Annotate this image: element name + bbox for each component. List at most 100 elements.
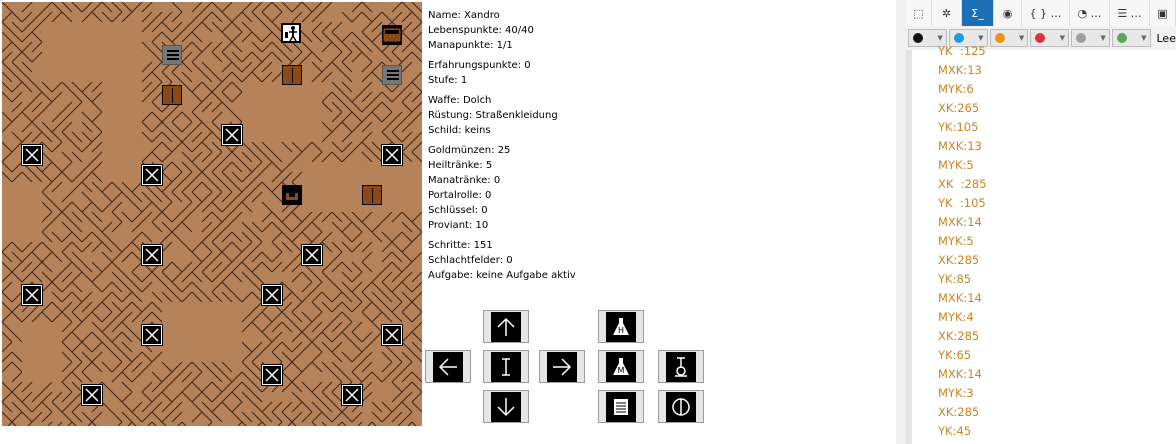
stat-name: Name: Xandro [428,10,500,21]
blocked-field-icon [381,324,403,346]
map-scroll-button[interactable] [598,390,644,423]
chevron-down-icon: ▼ [1100,34,1106,42]
log-entry: MYK:6 [938,82,974,96]
character-stats: Name: Xandro Lebenspunkte: 40/40 Manapun… [428,8,576,283]
down-arrow-icon [491,391,521,422]
clear-log-label[interactable]: Lee [1157,32,1176,45]
stat-portal: Portalrolle: 0 [428,190,492,201]
up-arrow-icon [491,311,521,342]
chevron-down-icon: ▼ [937,34,943,42]
stat-manapotions: Manatränke: 0 [428,175,501,186]
log-entry: MXK:13 [938,139,982,153]
filter-swatch-orange[interactable]: ▼ [989,29,1029,47]
game-map[interactable] [2,2,422,426]
debugger-tab[interactable]: ✲ [932,0,962,26]
debugger-icon: ✲ [941,6,952,20]
stat-keys: Schlüssel: 0 [428,205,488,216]
log-entry: MYK:5 [938,158,974,172]
performance-icon: ◉ [1002,6,1013,20]
braces-icon: { } … [1029,6,1062,20]
stat-food: Proviant: 10 [428,220,489,231]
stat-steps: Schritte: 151 [428,240,493,251]
heal-potion-button[interactable]: H [598,310,644,343]
options-tab[interactable]: ▣ [1150,0,1176,26]
player-icon [281,23,301,43]
door-icon [282,65,302,85]
right-arrow-icon [547,351,577,382]
door-icon [162,85,182,105]
filter-dot [1116,33,1127,43]
log-entry: MYK:3 [938,386,974,400]
portal-button[interactable] [658,350,704,383]
move-down-button[interactable] [483,390,529,423]
log-entry: MYK:4 [938,310,974,324]
list-icon: ☰ … [1117,6,1142,20]
log-entry: YK:65 [938,348,972,362]
performance-tab[interactable]: ◉ [994,0,1022,26]
frame-icon: ▣ [1157,6,1168,20]
move-left-button[interactable] [425,350,471,383]
maze-walls [2,2,422,426]
blocked-field-icon [21,284,43,306]
blocked-field-icon [21,144,43,166]
console-icon: Σ_ [971,6,984,20]
console-log: YK :125 MXK:13 MYK:6 XK:265 YK:105 MXK:13 MYK:… [906,44,1176,444]
blocked-field-icon [141,244,163,266]
stat-hp: Lebenspunkte: 40/40 [428,25,534,36]
chevron-down-icon: ▼ [978,34,984,42]
floor-patch [162,302,242,362]
stat-level: Stufe: 1 [428,75,468,86]
move-right-button[interactable] [539,350,585,383]
heal-potion-icon: H [606,311,636,342]
mana-potion-button[interactable]: M [598,350,644,383]
log-gutter [906,50,912,444]
map-scroll-icon [606,391,636,422]
inspector-icon: ⬚ [913,6,924,20]
stat-mp: Manapunkte: 1/1 [428,40,513,51]
blocked-field-icon [381,144,403,166]
chevron-down-icon: ▼ [1018,34,1025,42]
stat-xp: Erfahrungspunkte: 0 [428,60,531,71]
filter-dot [994,33,1005,43]
floor-patch [2,182,42,242]
log-entry: XK :285 [938,177,987,191]
blocked-field-icon [141,324,163,346]
inspector-tab[interactable]: ⬚ [906,0,932,26]
floor-patch [102,42,142,182]
blocked-field-icon [301,244,323,266]
wait-button[interactable] [483,350,529,383]
blocked-field-icon [141,164,163,186]
blocked-field-icon [261,284,283,306]
style-editor-tab[interactable]: { } … [1022,0,1070,26]
log-entry: MXK:14 [938,367,982,381]
log-entry: YK :125 [938,44,986,58]
filter-swatch-red[interactable]: ▼ [1030,29,1069,47]
devtools-toolbar: ⬚ ✲ Σ_ ◉ { } … ◔ … ☰ … ▣ [906,0,1176,27]
stat-shield: Schild: keins [428,125,491,136]
stat-battlefields: Schlachtfelder: 0 [428,255,513,266]
compass-button[interactable] [658,390,704,423]
filter-dot [913,33,923,43]
blocked-field-icon [221,124,243,146]
stat-quest: Aufgabe: keine Aufgabe aktiv [428,270,576,281]
portal-scroll-icon [666,351,696,382]
log-entry: YK:105 [938,120,979,134]
blocked-field-icon [261,364,283,386]
filter-swatch-gray[interactable]: ▼ [1071,29,1110,47]
floor-patch [242,82,322,142]
console-tab[interactable]: Σ_ [962,0,994,26]
log-entry: XK:285 [938,253,980,267]
treasure-chest-icon [382,25,402,45]
log-entry: YK:85 [938,272,972,286]
log-entry: XK:265 [938,101,980,115]
filter-swatch-green[interactable]: ▼ [1111,29,1151,47]
stat-weapon: Waffe: Dolch [428,95,492,106]
log-entry: XK:285 [938,329,980,343]
move-up-button[interactable] [483,310,529,343]
floor-patch [22,322,62,382]
chevron-down-icon: ▼ [1059,34,1065,42]
log-entry: MXK:13 [938,63,982,77]
memory-tab[interactable]: ☰ … [1110,0,1150,26]
network-tab[interactable]: ◔ … [1070,0,1110,26]
devtools-panel: ⬚ ✲ Σ_ ◉ { } … ◔ … ☰ … ▣ ▼ ▼ ▼ ▼ ▼ ▼ Lee… [896,0,1176,444]
